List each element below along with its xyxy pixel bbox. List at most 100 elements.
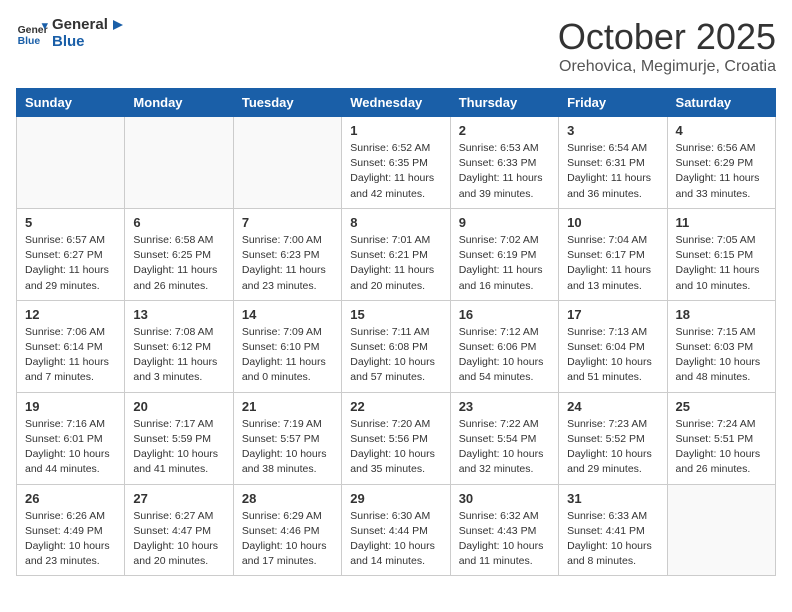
day-info: Sunrise: 7:11 AM Sunset: 6:08 PM Dayligh… (350, 325, 441, 386)
day-number: 15 (350, 307, 441, 322)
day-info: Sunrise: 7:24 AM Sunset: 5:51 PM Dayligh… (676, 417, 767, 478)
day-number: 12 (25, 307, 116, 322)
day-number: 4 (676, 123, 767, 138)
calendar-cell: 27Sunrise: 6:27 AM Sunset: 4:47 PM Dayli… (125, 484, 233, 576)
calendar-cell: 29 Sunrise: 6:30 AM Sunset: 4:44 PM Dayli… (342, 484, 450, 576)
calendar-cell: 22Sunrise: 7:20 AM Sunset: 5:56 PM Dayli… (342, 392, 450, 484)
calendar-cell: 6 Sunrise: 6:58 AM Sunset: 6:25 PM Daylig… (125, 208, 233, 300)
day-info: Sunrise: 7:22 AM Sunset: 5:54 PM Dayligh… (459, 417, 550, 478)
day-info: Sunrise: 7:12 AM Sunset: 6:06 PM Dayligh… (459, 325, 550, 386)
day-info: Sunrise: 7:15 AM Sunset: 6:03 PM Dayligh… (676, 325, 767, 386)
calendar-cell: 2 Sunrise: 6:53 AM Sunset: 6:33 PM Daylig… (450, 117, 558, 209)
day-info: Sunrise: 6:33 AM Sunset: 4:41 PM Dayligh… (567, 509, 658, 570)
month-title: October 2025 (558, 16, 776, 58)
day-info: Sunrise: 7:00 AM Sunset: 6:23 PM Dayligh… (242, 233, 333, 294)
day-number: 20 (133, 399, 224, 414)
day-number: 21 (242, 399, 333, 414)
day-info: Sunrise: 6:27 AM Sunset: 4:47 PM Dayligh… (133, 509, 224, 570)
calendar-cell: 12 Sunrise: 7:06 AM Sunset: 6:14 PM Dayli… (17, 300, 125, 392)
calendar-cell: 1Sunrise: 6:52 AM Sunset: 6:35 PM Daylig… (342, 117, 450, 209)
day-header-thursday: Thursday (450, 89, 558, 117)
calendar-header-row: SundayMondayTuesdayWednesdayThursdayFrid… (17, 89, 776, 117)
day-number: 23 (459, 399, 550, 414)
day-info: Sunrise: 7:23 AM Sunset: 5:52 PM Dayligh… (567, 417, 658, 478)
day-number: 7 (242, 215, 333, 230)
svg-text:Blue: Blue (18, 36, 41, 47)
calendar-cell: 14 Sunrise: 7:09 AM Sunset: 6:10 PM Dayli… (233, 300, 341, 392)
day-number: 18 (676, 307, 767, 322)
calendar-cell: 7 Sunrise: 7:00 AM Sunset: 6:23 PM Daylig… (233, 208, 341, 300)
calendar-cell: 25 Sunrise: 7:24 AM Sunset: 5:51 PM Dayli… (667, 392, 775, 484)
day-info: Sunrise: 7:02 AM Sunset: 6:19 PM Dayligh… (459, 233, 550, 294)
day-number: 26 (25, 491, 116, 506)
day-number: 9 (459, 215, 550, 230)
calendar-cell: 5Sunrise: 6:57 AM Sunset: 6:27 PM Daylig… (17, 208, 125, 300)
day-info: Sunrise: 7:20 AM Sunset: 5:56 PM Dayligh… (350, 417, 441, 478)
week-row-1: 1Sunrise: 6:52 AM Sunset: 6:35 PM Daylig… (17, 117, 776, 209)
title-section: October 2025 Orehovica, Megimurje, Croat… (558, 16, 776, 76)
day-number: 1 (350, 123, 441, 138)
calendar-cell: 30 Sunrise: 6:32 AM Sunset: 4:43 PM Dayli… (450, 484, 558, 576)
day-number: 2 (459, 123, 550, 138)
day-number: 14 (242, 307, 333, 322)
week-row-2: 5Sunrise: 6:57 AM Sunset: 6:27 PM Daylig… (17, 208, 776, 300)
calendar-cell: 8Sunrise: 7:01 AM Sunset: 6:21 PM Daylig… (342, 208, 450, 300)
day-info: Sunrise: 6:56 AM Sunset: 6:29 PM Dayligh… (676, 141, 767, 202)
day-info: Sunrise: 6:58 AM Sunset: 6:25 PM Dayligh… (133, 233, 224, 294)
calendar-cell: 20 Sunrise: 7:17 AM Sunset: 5:59 PM Dayli… (125, 392, 233, 484)
page-header: General Blue General Blue October 2025 O… (16, 16, 776, 76)
day-info: Sunrise: 6:32 AM Sunset: 4:43 PM Dayligh… (459, 509, 550, 570)
week-row-4: 19Sunrise: 7:16 AM Sunset: 6:01 PM Dayli… (17, 392, 776, 484)
calendar-cell (233, 117, 341, 209)
day-info: Sunrise: 6:30 AM Sunset: 4:44 PM Dayligh… (350, 509, 441, 570)
day-number: 16 (459, 307, 550, 322)
day-number: 10 (567, 215, 658, 230)
day-info: Sunrise: 7:08 AM Sunset: 6:12 PM Dayligh… (133, 325, 224, 386)
day-number: 17 (567, 307, 658, 322)
calendar-cell (17, 117, 125, 209)
day-header-tuesday: Tuesday (233, 89, 341, 117)
logo-blue-text: Blue (52, 33, 85, 50)
day-info: Sunrise: 7:13 AM Sunset: 6:04 PM Dayligh… (567, 325, 658, 386)
calendar-cell: 18 Sunrise: 7:15 AM Sunset: 6:03 PM Dayli… (667, 300, 775, 392)
logo-triangle-icon (110, 18, 124, 32)
calendar-cell: 11Sunrise: 7:05 AM Sunset: 6:15 PM Dayli… (667, 208, 775, 300)
calendar-cell: 17 Sunrise: 7:13 AM Sunset: 6:04 PM Dayli… (559, 300, 667, 392)
calendar-cell (125, 117, 233, 209)
day-number: 24 (567, 399, 658, 414)
day-number: 30 (459, 491, 550, 506)
day-header-saturday: Saturday (667, 89, 775, 117)
calendar-cell: 10Sunrise: 7:04 AM Sunset: 6:17 PM Dayli… (559, 208, 667, 300)
day-number: 31 (567, 491, 658, 506)
calendar-cell: 23 Sunrise: 7:22 AM Sunset: 5:54 PM Dayli… (450, 392, 558, 484)
day-info: Sunrise: 7:09 AM Sunset: 6:10 PM Dayligh… (242, 325, 333, 386)
logo: General Blue General Blue (16, 16, 124, 51)
day-info: Sunrise: 6:53 AM Sunset: 6:33 PM Dayligh… (459, 141, 550, 202)
calendar-table: SundayMondayTuesdayWednesdayThursdayFrid… (16, 88, 776, 576)
day-info: Sunrise: 7:19 AM Sunset: 5:57 PM Dayligh… (242, 417, 333, 478)
day-number: 25 (676, 399, 767, 414)
calendar-cell: 19Sunrise: 7:16 AM Sunset: 6:01 PM Dayli… (17, 392, 125, 484)
day-number: 28 (242, 491, 333, 506)
day-number: 11 (676, 215, 767, 230)
location-subtitle: Orehovica, Megimurje, Croatia (558, 58, 776, 76)
day-header-wednesday: Wednesday (342, 89, 450, 117)
day-header-sunday: Sunday (17, 89, 125, 117)
calendar-cell: 24 Sunrise: 7:23 AM Sunset: 5:52 PM Dayli… (559, 392, 667, 484)
day-number: 6 (133, 215, 224, 230)
day-info: Sunrise: 6:26 AM Sunset: 4:49 PM Dayligh… (25, 509, 116, 570)
calendar-cell (667, 484, 775, 576)
calendar-cell: 3Sunrise: 6:54 AM Sunset: 6:31 PM Daylig… (559, 117, 667, 209)
week-row-5: 26 Sunrise: 6:26 AM Sunset: 4:49 PM Dayli… (17, 484, 776, 576)
calendar-cell: 16 Sunrise: 7:12 AM Sunset: 6:06 PM Dayli… (450, 300, 558, 392)
logo-icon: General Blue (16, 20, 48, 48)
day-info: Sunrise: 6:54 AM Sunset: 6:31 PM Dayligh… (567, 141, 658, 202)
calendar-cell: 28Sunrise: 6:29 AM Sunset: 4:46 PM Dayli… (233, 484, 341, 576)
day-info: Sunrise: 7:01 AM Sunset: 6:21 PM Dayligh… (350, 233, 441, 294)
calendar-cell: 26 Sunrise: 6:26 AM Sunset: 4:49 PM Dayli… (17, 484, 125, 576)
day-info: Sunrise: 7:06 AM Sunset: 6:14 PM Dayligh… (25, 325, 116, 386)
day-info: Sunrise: 7:16 AM Sunset: 6:01 PM Dayligh… (25, 417, 116, 478)
logo-general-text: General (52, 16, 108, 33)
day-number: 29 (350, 491, 441, 506)
day-info: Sunrise: 7:17 AM Sunset: 5:59 PM Dayligh… (133, 417, 224, 478)
